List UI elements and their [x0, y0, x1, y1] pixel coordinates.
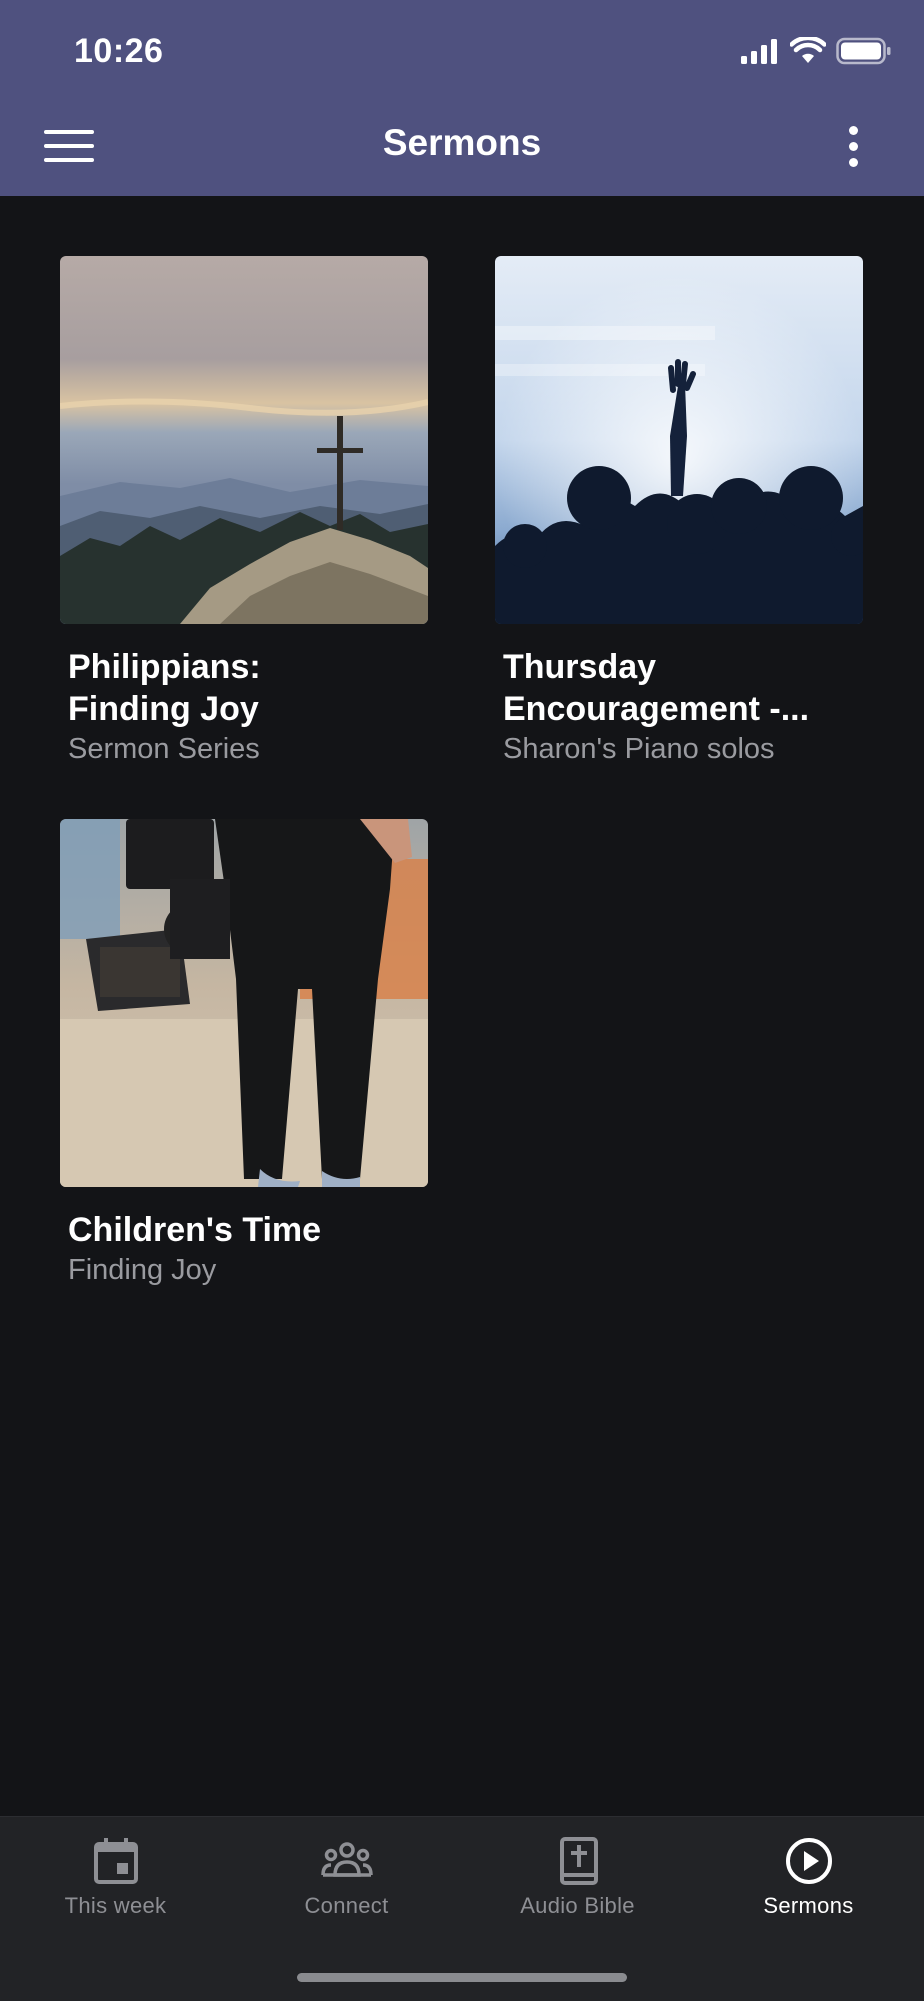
sermon-card-philippians[interactable]: Philippians: Finding Joy Sermon Series — [60, 256, 428, 768]
card-subtitle: Sharon's Piano solos — [503, 733, 775, 765]
calendar-icon — [93, 1838, 138, 1884]
card-title: Children's Time — [68, 1211, 322, 1249]
sermon-card-childrens-time[interactable]: Children's Time Finding Joy — [60, 819, 428, 1289]
card-title: Philippians: Finding Joy — [68, 648, 261, 728]
status-time: 10:26 — [74, 32, 164, 70]
more-vert-icon — [849, 126, 858, 135]
status-icons — [740, 36, 892, 66]
more-vert-icon-dot — [849, 158, 858, 167]
nav-label: This week — [64, 1893, 167, 1918]
play-circle-icon — [785, 1838, 832, 1884]
worship-crowd-photo — [495, 256, 863, 624]
card-subtitle: Sermon Series — [68, 733, 260, 765]
nav-audio-bible[interactable]: Audio Bible — [462, 1817, 693, 1937]
wifi-icon — [790, 37, 826, 63]
home-indicator[interactable] — [297, 1973, 627, 1982]
nav-label: Audio Bible — [520, 1893, 635, 1918]
nav-label: Connect — [304, 1893, 389, 1918]
nav-connect[interactable]: Connect — [231, 1817, 462, 1937]
group-icon — [320, 1842, 373, 1877]
sermon-card-thursday[interactable]: Thursday Encouragement -... Sharon's Pia… — [495, 256, 863, 768]
page-title: Sermons — [382, 122, 542, 163]
signal-icon — [741, 39, 777, 64]
bible-icon — [559, 1837, 598, 1885]
app-bar: 10:26 Sermons — [0, 0, 924, 196]
nav-label: Sermons — [763, 1893, 854, 1918]
mountain-cross-photo — [60, 256, 428, 624]
card-subtitle: Finding Joy — [68, 1254, 217, 1286]
camera-operator-photo — [60, 819, 428, 1187]
more-vert-icon-dot — [849, 142, 858, 151]
battery-icon — [836, 37, 891, 65]
more-options-button[interactable] — [844, 122, 864, 174]
nav-sermons[interactable]: Sermons — [693, 1817, 924, 1937]
nav-this-week[interactable]: This week — [0, 1817, 231, 1937]
card-title: Thursday Encouragement -... — [503, 648, 810, 728]
